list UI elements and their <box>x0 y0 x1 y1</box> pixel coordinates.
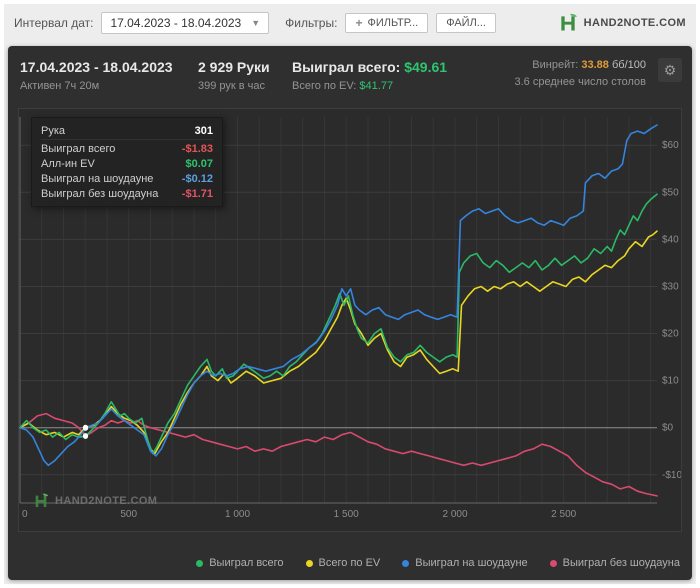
date-interval-value: 17.04.2023 - 18.04.2023 <box>110 16 242 30</box>
legend-item[interactable]: Выиграл всего <box>196 557 284 569</box>
ev-total-label: Всего по EV: <box>292 80 357 92</box>
winrate-label: Винрейт: <box>532 59 579 71</box>
legend-label: Выиграл на шоудауне <box>415 557 528 569</box>
svg-text:-$10: -$10 <box>662 470 681 481</box>
svg-text:$50: $50 <box>662 187 679 198</box>
header-winrate-block: Винрейт: 33.88 бб/100 3.6 среднее число … <box>514 59 646 88</box>
legend-dot-icon <box>196 559 204 567</box>
svg-text:1 000: 1 000 <box>225 509 250 520</box>
svg-text:2 000: 2 000 <box>442 509 467 520</box>
svg-text:$30: $30 <box>662 282 679 293</box>
ev-total-value: $41.77 <box>359 80 394 92</box>
header-winnings-block: Выиграл всего: $49.61 Всего по EV: $41.7… <box>292 59 447 92</box>
winrate-units: бб/100 <box>611 59 646 71</box>
svg-text:$20: $20 <box>662 329 679 340</box>
session-panel: 17.04.2023 - 18.04.2023 Активен 7ч 20м 2… <box>8 46 692 580</box>
legend-dot-icon <box>549 559 557 567</box>
chevron-down-icon: ▼ <box>251 18 261 28</box>
session-active-time: Активен 7ч 20м <box>20 80 100 92</box>
filters-label: Фильтры: <box>285 16 338 30</box>
svg-text:$60: $60 <box>662 140 679 151</box>
legend-item[interactable]: Выиграл на шоудауне <box>402 557 528 569</box>
series-line <box>19 412 658 497</box>
legend-dot-icon <box>402 559 410 567</box>
legend-label: Выиграл без шоудауна <box>562 557 680 569</box>
svg-text:2 500: 2 500 <box>551 509 576 520</box>
winrate-value: 33.88 <box>581 59 609 71</box>
add-filter-button[interactable]: + ФИЛЬТР... <box>345 13 429 33</box>
won-total-label: Выиграл всего: <box>292 59 401 75</box>
legend-item[interactable]: Всего по EV <box>305 557 381 569</box>
chart-watermark: HAND2NOTE.COM <box>33 493 157 509</box>
chart-legend: Выиграл всего Всего по EV Выиграл на шоуда… <box>18 553 680 573</box>
legend-label: Всего по EV <box>318 557 381 569</box>
legend-item[interactable]: Выиграл без шоудауна <box>549 557 680 569</box>
legend-dot-icon <box>305 559 313 567</box>
hands-per-hour: 399 рук в час <box>198 80 266 92</box>
svg-text:$0: $0 <box>662 423 674 434</box>
svg-text:0: 0 <box>22 509 28 520</box>
file-button[interactable]: ФАЙЛ... <box>436 13 496 33</box>
legend-label: Выиграл всего <box>209 557 284 569</box>
tooltip-row-showdown: Выиграл на шоудауне -$0.12 <box>41 172 213 185</box>
avg-tables: 3.6 среднее число столов <box>514 76 646 88</box>
tooltip-row-allin-ev: Алл-ин EV $0.07 <box>41 157 213 170</box>
header-hands-block: 2 929 Руки 399 рук в час <box>198 59 270 92</box>
svg-text:1 500: 1 500 <box>334 509 359 520</box>
watermark-text: HAND2NOTE.COM <box>55 495 158 507</box>
hand2note-logo-icon <box>560 13 577 31</box>
date-interval-dropdown[interactable]: 17.04.2023 - 18.04.2023 ▼ <box>101 12 270 34</box>
tooltip-row-hand: Рука 301 <box>41 123 213 140</box>
series-line <box>19 193 658 455</box>
settings-button[interactable]: ⚙ <box>658 58 682 82</box>
plus-icon: + <box>355 16 363 30</box>
brand-text: HAND2NOTE.COM <box>583 17 686 29</box>
session-date-range: 17.04.2023 - 18.04.2023 <box>20 59 173 75</box>
tooltip-row-nonshowdown: Выиграл без шоудауна -$1.71 <box>41 187 213 200</box>
svg-text:500: 500 <box>120 509 137 520</box>
chart-tooltip: Рука 301 Выиграл всего -$1.83 Алл-ин EV … <box>31 117 223 207</box>
date-interval-label: Интервал дат: <box>14 16 94 30</box>
tooltip-row-won-total: Выиграл всего -$1.83 <box>41 142 213 155</box>
won-total-value: $49.61 <box>404 59 448 75</box>
gear-icon: ⚙ <box>663 62 677 78</box>
hand2note-brand[interactable]: HAND2NOTE.COM <box>558 13 686 33</box>
svg-text:$10: $10 <box>662 376 679 387</box>
hands-count: 2 929 Руки <box>198 59 270 75</box>
header-date-block: 17.04.2023 - 18.04.2023 Активен 7ч 20м <box>20 59 173 92</box>
top-toolbar: Интервал дат: 17.04.2023 - 18.04.2023 ▼ … <box>4 4 696 42</box>
chart-area: -$10 $0 $10 $20 $30 $40 $50 $60 0 500 1 000 1 500 2 … <box>18 108 682 532</box>
svg-text:$40: $40 <box>662 234 679 245</box>
hand2note-logo-icon <box>35 493 49 507</box>
